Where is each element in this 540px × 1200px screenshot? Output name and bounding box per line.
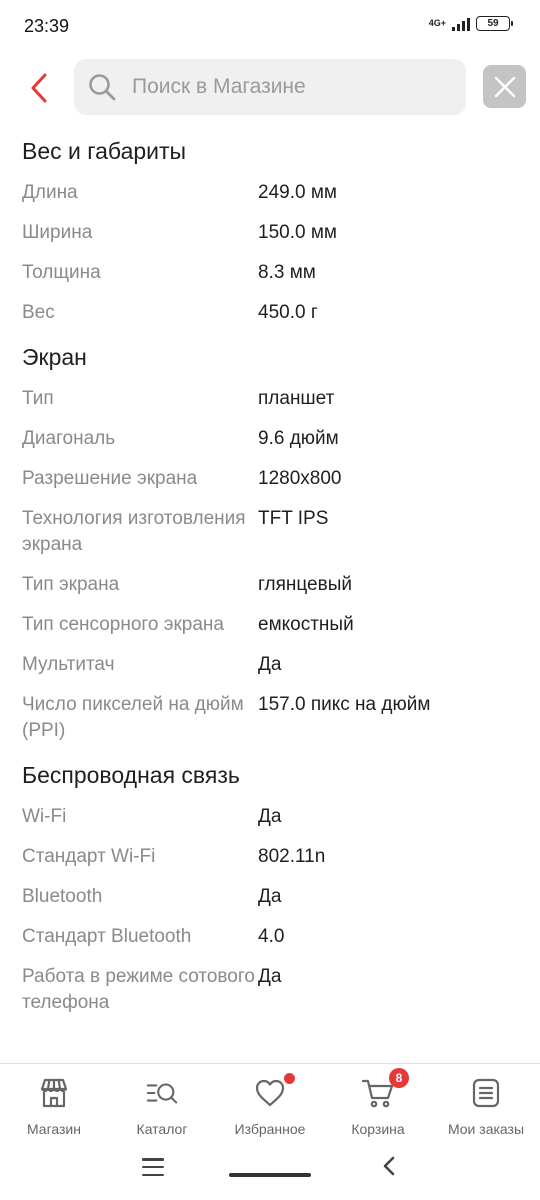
spec-row: Тип сенсорного экрана емкостный xyxy=(0,606,540,646)
signal-icon xyxy=(452,17,470,31)
spec-row: Ширина 150.0 мм xyxy=(0,214,540,254)
spec-label: Толщина xyxy=(22,262,101,283)
spec-label: Вес xyxy=(22,302,55,323)
spec-row: Тип экрана глянцевый xyxy=(0,566,540,606)
spec-value: емкостный xyxy=(258,614,354,635)
spec-row: Работа в режиме сотового телефона Да xyxy=(0,958,540,1024)
search-icon xyxy=(86,71,118,103)
spec-label: Диагональ xyxy=(22,428,116,449)
nav-item-store[interactable]: Магазин xyxy=(0,1064,108,1149)
spec-row: Мультитач Да xyxy=(0,646,540,686)
clear-search-button[interactable] xyxy=(483,65,526,108)
spec-value: планшет xyxy=(258,388,335,409)
nav-item-catalog[interactable]: Каталог xyxy=(108,1064,216,1149)
spec-value: 450.0 г xyxy=(258,302,318,323)
section-title: Экран xyxy=(22,344,87,370)
spec-row: Wi-Fi Да xyxy=(0,798,540,838)
nav-label: Каталог xyxy=(136,1121,188,1137)
nav-item-favorites[interactable]: Избранное xyxy=(216,1064,324,1149)
spec-label: Технология изготовления экрана xyxy=(22,508,246,555)
nav-label: Магазин xyxy=(26,1121,81,1137)
spec-value: 150.0 мм xyxy=(258,222,337,243)
spec-label: Длина xyxy=(22,182,78,203)
spec-value: 4.0 xyxy=(258,926,285,947)
search-input[interactable] xyxy=(132,75,452,99)
spec-value: Да xyxy=(258,886,282,907)
spec-label: Ширина xyxy=(22,222,93,243)
spec-row: Bluetooth Да xyxy=(0,878,540,918)
spec-value: 249.0 мм xyxy=(258,182,337,203)
spec-value: Да xyxy=(258,966,282,987)
header xyxy=(0,56,540,120)
spec-row: Длина 249.0 мм xyxy=(0,174,540,214)
spec-row: Диагональ 9.6 дюйм xyxy=(0,420,540,460)
close-icon xyxy=(494,76,515,97)
catalog-search-icon xyxy=(145,1076,179,1110)
nav-label: Избранное xyxy=(234,1121,306,1137)
section-title: Беспроводная связь xyxy=(22,762,240,788)
spec-label: Число пикселей на дюйм (PPI) xyxy=(22,694,244,741)
battery-level: 59 xyxy=(487,18,499,29)
spec-label: Тип xyxy=(22,388,54,409)
spec-value: Да xyxy=(258,806,282,827)
search-box[interactable] xyxy=(74,59,466,115)
spec-value: 157.0 пикс на дюйм xyxy=(258,694,431,715)
spec-row: Число пикселей на дюйм (PPI) 157.0 пикс н… xyxy=(0,686,540,752)
status-time: 23:39 xyxy=(24,16,70,36)
cart-count-badge: 8 xyxy=(389,1068,409,1088)
nav-label: Корзина xyxy=(351,1121,405,1137)
spec-value: глянцевый xyxy=(258,574,352,595)
spec-label: Тип экрана xyxy=(22,574,120,595)
spec-row: Вес 450.0 г xyxy=(0,294,540,334)
nav-item-orders[interactable]: Мои заказы xyxy=(432,1064,540,1149)
spec-label: Стандарт Wi-Fi xyxy=(22,846,156,867)
battery-icon: 59 xyxy=(476,16,513,31)
spec-list[interactable]: Вес и габариты Длина 249.0 мм Ширина 150.0… xyxy=(0,128,540,1063)
spec-row: Стандарт Bluetooth 4.0 xyxy=(0,918,540,958)
favorites-dot-badge xyxy=(284,1073,295,1084)
chevron-left-icon xyxy=(31,73,47,103)
spec-label: Стандарт Bluetooth xyxy=(22,926,192,947)
spec-label: Wi-Fi xyxy=(22,806,67,827)
spec-value: Да xyxy=(258,654,282,675)
spec-row: Технология изготовления экрана TFT IPS xyxy=(0,500,540,566)
heart-icon xyxy=(253,1073,295,1110)
spec-label: Разрешение экрана xyxy=(22,468,198,489)
status-bar: 23:39 4G+ 59 xyxy=(0,0,540,52)
section-title: Вес и габариты xyxy=(22,138,187,164)
system-nav-bar xyxy=(0,1150,540,1200)
nav-item-cart[interactable]: 8 Корзина xyxy=(324,1064,432,1149)
back-button[interactable] xyxy=(22,68,56,108)
network-type: 4G+ xyxy=(428,18,446,28)
section-screen: Экран Тип планшет Диагональ 9.6 дюйм Разре… xyxy=(0,334,540,752)
spec-value: 1280x800 xyxy=(258,468,342,489)
menu-icon[interactable] xyxy=(142,1158,164,1176)
section-weight-dimensions: Вес и габариты Длина 249.0 мм Ширина 150.0… xyxy=(0,128,540,334)
spec-value: 802.11n xyxy=(258,846,326,867)
system-back-icon[interactable] xyxy=(378,1154,400,1178)
spec-value: 8.3 мм xyxy=(258,262,316,283)
cart-icon: 8 xyxy=(361,1068,409,1110)
home-gesture-bar[interactable] xyxy=(229,1173,311,1177)
spec-label: Работа в режиме сотового телефона xyxy=(22,966,255,1013)
spec-row: Стандарт Wi-Fi 802.11n xyxy=(0,838,540,878)
spec-row: Тип планшет xyxy=(0,380,540,420)
spec-label: Тип сенсорного экрана xyxy=(22,614,224,635)
orders-icon xyxy=(469,1076,503,1110)
spec-row: Разрешение экрана 1280x800 xyxy=(0,460,540,500)
spec-value: 9.6 дюйм xyxy=(258,428,339,449)
nav-label: Мои заказы xyxy=(447,1121,525,1137)
spec-label: Bluetooth xyxy=(22,886,103,907)
bottom-nav: Магазин Каталог Избранное 8 Корзина Мои … xyxy=(0,1063,540,1149)
store-icon xyxy=(37,1076,71,1110)
spec-value: TFT IPS xyxy=(258,508,329,529)
spec-label: Мультитач xyxy=(22,654,115,675)
section-wireless: Беспроводная связь Wi-Fi Да Стандарт Wi-F… xyxy=(0,752,540,1024)
status-indicators: 4G+ 59 xyxy=(428,16,513,31)
spec-row: Толщина 8.3 мм xyxy=(0,254,540,294)
